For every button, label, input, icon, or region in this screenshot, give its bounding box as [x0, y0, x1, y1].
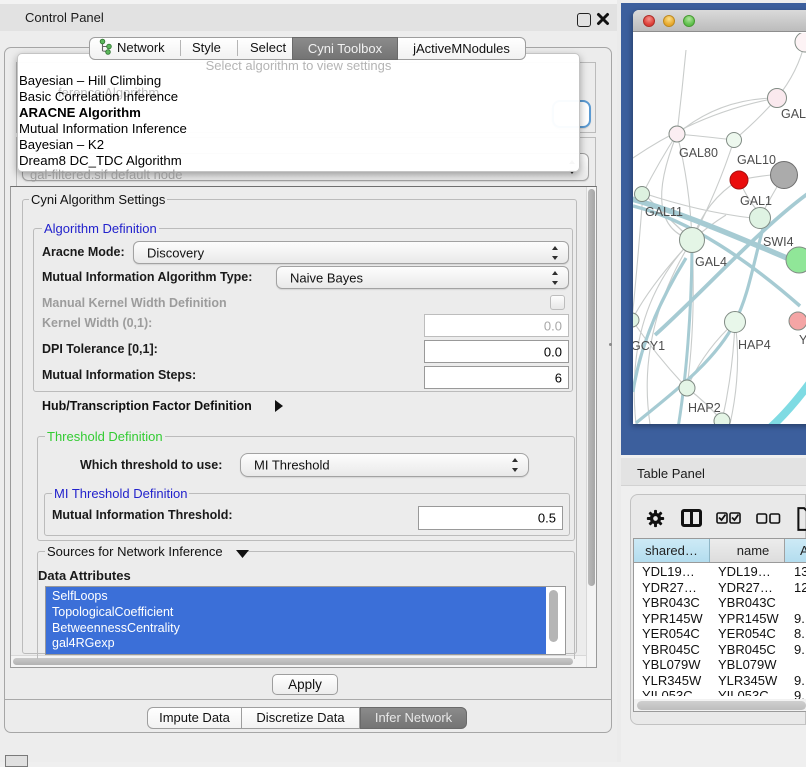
svg-text:Y: Y	[799, 333, 806, 347]
svg-text:GCY1: GCY1	[633, 339, 665, 353]
svg-text:HAP4: HAP4	[738, 338, 771, 352]
svg-text:GAL1: GAL1	[740, 194, 772, 208]
svg-text:HAP2: HAP2	[688, 401, 721, 415]
svg-text:GAL4: GAL4	[695, 255, 727, 269]
svg-text:GAL2: GAL2	[781, 107, 806, 121]
svg-text:GAL11: GAL11	[645, 205, 683, 219]
svg-text:GAL80: GAL80	[679, 146, 718, 160]
svg-text:SWI4: SWI4	[763, 235, 794, 249]
svg-text:GAL10: GAL10	[737, 153, 776, 167]
